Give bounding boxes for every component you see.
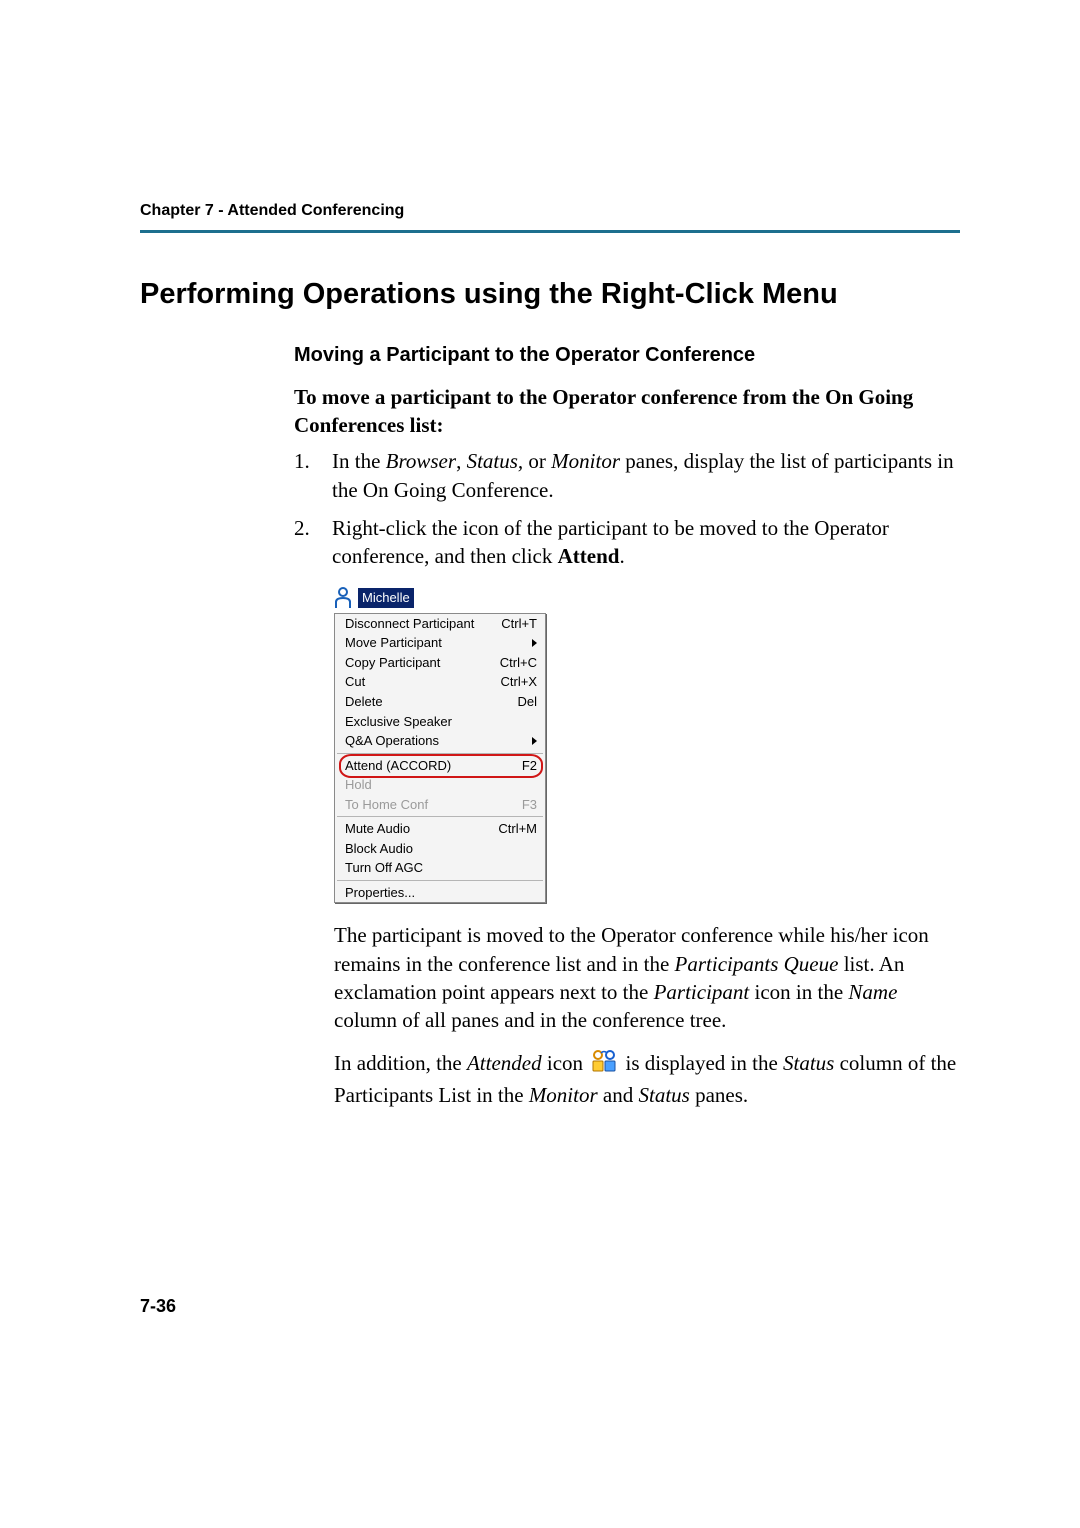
text-emphasis: Browser <box>386 449 456 473</box>
attended-icon <box>590 1049 618 1080</box>
text-emphasis: Name <box>848 980 897 1004</box>
instruction-lead: To move a participant to the Operator co… <box>294 383 960 440</box>
subsection-title: Moving a Participant to the Operator Con… <box>140 342 960 369</box>
menu-item[interactable]: Turn Off AGC <box>335 858 545 878</box>
step-number: 2. <box>294 514 332 571</box>
text-emphasis: Participant <box>654 980 750 1004</box>
menu-item-label: Copy Participant <box>345 654 440 672</box>
menu-item-shortcut: Ctrl+M <box>498 820 537 838</box>
menu-item-shortcut: Ctrl+X <box>501 673 537 691</box>
text-emphasis: Status, <box>467 449 524 473</box>
menu-item-label: Exclusive Speaker <box>345 713 452 731</box>
menu-item[interactable]: Cut Ctrl+X <box>335 672 545 692</box>
menu-item-label: Delete <box>345 693 383 711</box>
page-number: 7-36 <box>140 1294 176 1318</box>
step-item: 2. Right-click the icon of the participa… <box>294 514 960 571</box>
menu-item[interactable]: Block Audio <box>335 839 545 859</box>
text-emphasis: Monitor <box>529 1083 598 1107</box>
step-text: In the Browser, Status, or Monitor panes… <box>332 447 960 504</box>
text-emphasis: Status <box>638 1083 689 1107</box>
menu-separator <box>337 880 543 881</box>
menu-item: Hold <box>335 775 545 795</box>
paragraph: The participant is moved to the Operator… <box>334 921 960 1034</box>
menu-item-label: Mute Audio <box>345 820 410 838</box>
text-run: In addition, the <box>334 1051 467 1075</box>
menu-item-label: Move Participant <box>345 634 442 652</box>
explanation-block: The participant is moved to the Operator… <box>140 921 960 1109</box>
participant-icon <box>334 587 352 609</box>
menu-item[interactable]: Exclusive Speaker <box>335 712 545 732</box>
menu-item-label: Hold <box>345 776 372 794</box>
menu-item[interactable]: Copy Participant Ctrl+C <box>335 653 545 673</box>
menu-item[interactable]: Properties... <box>335 883 545 903</box>
context-menu-figure: Michelle Disconnect Participant Ctrl+T Mov… <box>334 587 546 904</box>
menu-separator <box>337 753 543 754</box>
text-run: or <box>523 449 551 473</box>
menu-item[interactable]: Disconnect Participant Ctrl+T <box>335 614 545 634</box>
menu-item-label: Attend (ACCORD) <box>345 757 451 775</box>
document-page: Chapter 7 - Attended Conferencing Perfor… <box>0 0 1080 1528</box>
text-emphasis: Participants Queue <box>675 952 839 976</box>
text-emphasis: Monitor <box>551 449 620 473</box>
menu-item-label: Disconnect Participant <box>345 615 474 633</box>
submenu-arrow-icon <box>532 737 537 745</box>
text-run: and <box>598 1083 639 1107</box>
menu-item-shortcut: F2 <box>522 757 537 775</box>
text-run: , <box>456 449 467 473</box>
paragraph: In addition, the Attended icon is displa… <box>334 1049 960 1109</box>
menu-item-shortcut: Ctrl+C <box>500 654 537 672</box>
menu-item-label: Q&A Operations <box>345 732 439 750</box>
menu-item-shortcut: Ctrl+T <box>501 615 537 633</box>
menu-item-shortcut: F3 <box>522 796 537 814</box>
text-run: is displayed in the <box>620 1051 783 1075</box>
participant-name: Michelle <box>358 588 414 608</box>
context-menu-header: Michelle <box>334 587 546 609</box>
text-run: icon in the <box>749 980 848 1004</box>
menu-item-label: Cut <box>345 673 365 691</box>
text-strong: Attend <box>558 544 620 568</box>
step-text: Right-click the icon of the participant … <box>332 514 960 571</box>
text-run: panes. <box>690 1083 748 1107</box>
context-menu: Disconnect Participant Ctrl+T Move Partici… <box>334 613 546 904</box>
text-run: icon <box>542 1051 589 1075</box>
menu-item-label: Properties... <box>345 884 415 902</box>
menu-item[interactable]: Q&A Operations <box>335 731 545 751</box>
menu-item: To Home Conf F3 <box>335 795 545 815</box>
menu-item-label: Turn Off AGC <box>345 859 423 877</box>
step-item: 1. In the Browser, Status, or Monitor pa… <box>294 447 960 504</box>
text-emphasis: Status <box>783 1051 834 1075</box>
chapter-header: Chapter 7 - Attended Conferencing <box>140 200 960 233</box>
menu-item-attend-wrap: Attend (ACCORD) F2 <box>335 756 545 776</box>
section-title: Performing Operations using the Right-Cl… <box>140 275 960 314</box>
menu-item-label: To Home Conf <box>345 796 428 814</box>
menu-item[interactable]: Mute Audio Ctrl+M <box>335 819 545 839</box>
menu-item-shortcut: Del <box>517 693 537 711</box>
text-emphasis: Attended <box>467 1051 542 1075</box>
menu-separator <box>337 816 543 817</box>
submenu-arrow-icon <box>532 639 537 647</box>
menu-item[interactable]: Delete Del <box>335 692 545 712</box>
menu-item[interactable]: Attend (ACCORD) F2 <box>335 756 545 776</box>
instructions-block: To move a participant to the Operator co… <box>140 383 960 904</box>
text-run: In the <box>332 449 386 473</box>
step-list: 1. In the Browser, Status, or Monitor pa… <box>294 447 960 570</box>
menu-item[interactable]: Move Participant <box>335 633 545 653</box>
step-number: 1. <box>294 447 332 504</box>
text-run: column of all panes and in the conferenc… <box>334 1008 726 1032</box>
menu-item-label: Block Audio <box>345 840 413 858</box>
text-run: . <box>619 544 624 568</box>
